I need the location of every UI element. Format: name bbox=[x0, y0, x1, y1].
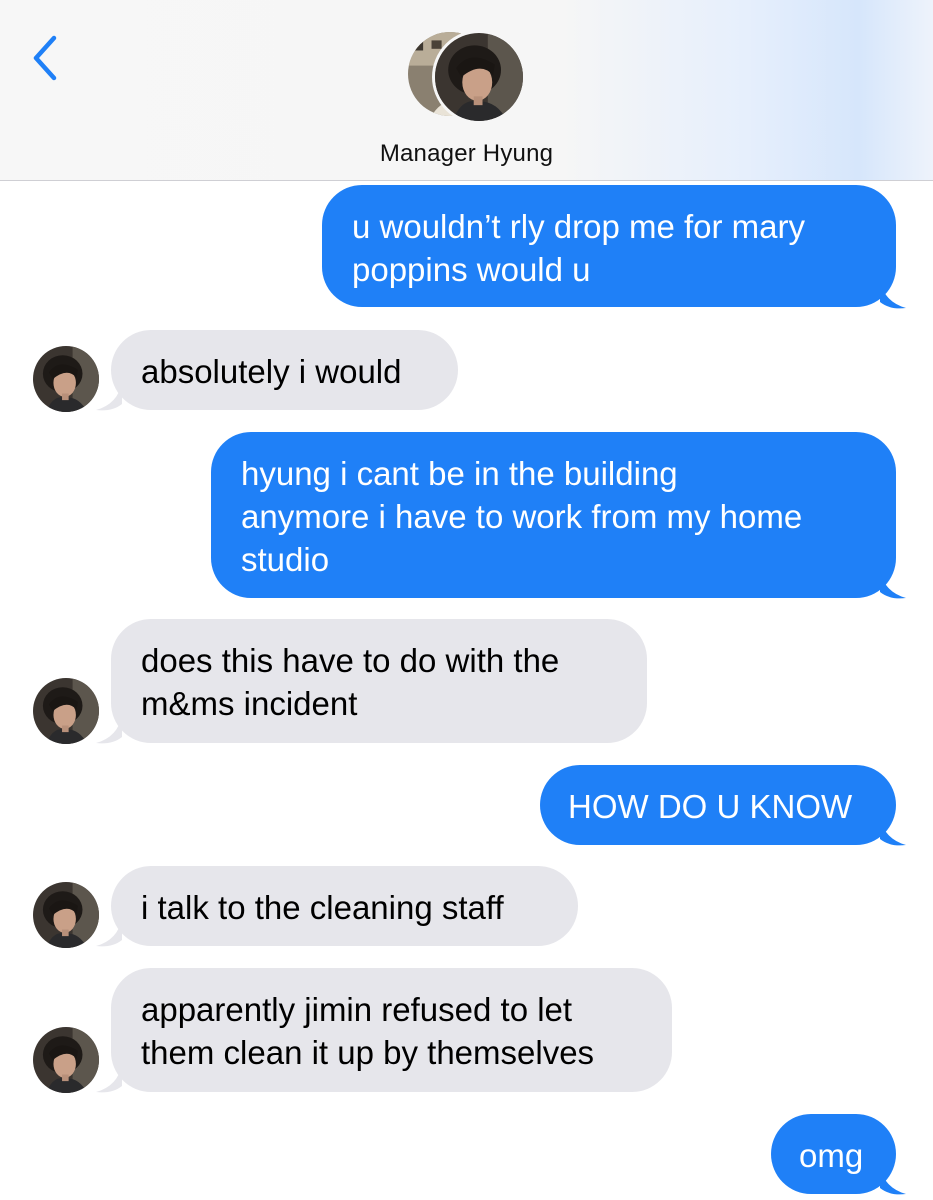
conversation-header: Manager Hyung bbox=[0, 0, 933, 181]
contact-avatar-group[interactable] bbox=[408, 30, 528, 126]
message-line: absolutely i would bbox=[141, 353, 402, 390]
bubble-tail bbox=[880, 817, 906, 846]
contact-avatar bbox=[432, 30, 526, 124]
message-line: does this have to do with the bbox=[141, 642, 560, 679]
message-bubble-received[interactable]: i talk to the cleaning staff bbox=[111, 866, 578, 946]
bubble-tail bbox=[96, 382, 122, 411]
bubble-tail bbox=[96, 918, 122, 947]
message-bubble-sent[interactable]: hyung i cant be in the building anymore … bbox=[211, 432, 896, 598]
bubble-tail bbox=[96, 715, 122, 744]
message-bubble-sent[interactable]: omg bbox=[771, 1114, 896, 1194]
message-line: studio bbox=[241, 541, 330, 578]
bubble-tail bbox=[880, 570, 906, 599]
message-bubble-sent[interactable]: u wouldn’t rly drop me for mary poppins … bbox=[322, 185, 896, 307]
message-bubble-sent[interactable]: HOW DO U KNOW bbox=[540, 765, 896, 845]
chevron-left-icon bbox=[33, 35, 57, 81]
message-line: i talk to the cleaning staff bbox=[141, 889, 504, 926]
sender-avatar[interactable] bbox=[33, 1027, 99, 1093]
message-bubble-received[interactable]: absolutely i would bbox=[111, 330, 458, 410]
sender-avatar[interactable] bbox=[33, 678, 99, 744]
message-line: anymore i have to work from my home bbox=[241, 498, 803, 535]
sender-avatar[interactable] bbox=[33, 346, 99, 412]
message-line: poppins would u bbox=[352, 251, 591, 288]
message-line: them clean it up by themselves bbox=[141, 1034, 595, 1071]
message-line: apparently jimin refused to let bbox=[141, 991, 573, 1028]
bubble-tail bbox=[880, 1166, 906, 1195]
message-line: omg bbox=[799, 1137, 864, 1174]
message-bubble-received[interactable]: does this have to do with the m&ms incid… bbox=[111, 619, 647, 743]
message-line: u wouldn’t rly drop me for mary bbox=[352, 208, 805, 245]
message-line: hyung i cant be in the building bbox=[241, 455, 678, 492]
message-line: HOW DO U KNOW bbox=[568, 788, 853, 825]
message-bubble-received[interactable]: apparently jimin refused to let them cle… bbox=[111, 968, 672, 1092]
contact-name[interactable]: Manager Hyung bbox=[0, 140, 933, 168]
message-line: m&ms incident bbox=[141, 685, 358, 722]
bubble-tail bbox=[880, 280, 906, 309]
sender-avatar[interactable] bbox=[33, 882, 99, 948]
back-button[interactable] bbox=[24, 30, 72, 86]
bubble-tail bbox=[96, 1064, 122, 1093]
